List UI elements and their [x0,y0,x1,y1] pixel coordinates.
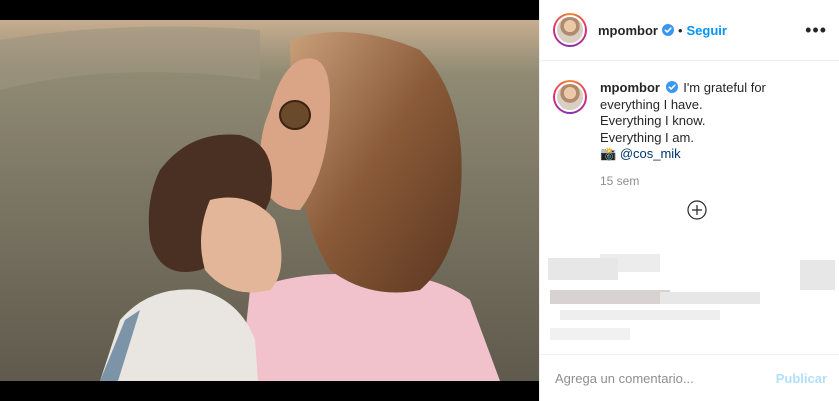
post-media[interactable] [0,0,539,401]
blurred-block [550,328,630,340]
blurred-block [560,310,720,320]
blurred-actions-area [540,248,839,348]
comment-bar: Publicar [540,354,839,401]
avatar-image [555,15,585,45]
caption-text: mpombor I'm grateful for everything I ha… [600,80,827,163]
post-comment-button[interactable]: Publicar [776,371,827,386]
blurred-block [660,292,760,304]
caption-line-2: Everything I know. [600,113,706,128]
post-header: mpombor • Seguir ••• [540,0,839,61]
verified-badge-icon [661,24,674,36]
caption: mpombor I'm grateful for everything I ha… [540,61,839,163]
blurred-block [550,290,670,304]
post-time[interactable]: 15 sem [600,174,839,188]
verified-badge-icon [665,81,678,93]
caption-line-3: Everything I am. [600,129,694,145]
header-username[interactable]: mpombor [598,23,658,38]
load-more-comments-icon[interactable] [687,200,707,220]
post-photo[interactable] [0,20,539,381]
camera-icon: 📸 [600,146,617,161]
post-side-panel: mpombor • Seguir ••• mpombor I'm gratefu… [539,0,839,401]
comment-input[interactable] [555,370,755,386]
avatar-image [555,82,585,112]
mention-link[interactable]: @cos_mik [620,146,681,161]
photo-illustration [0,20,539,381]
caption-username[interactable]: mpombor [600,80,660,95]
blurred-block [600,254,660,272]
caption-avatar[interactable] [553,80,587,114]
more-options-icon[interactable]: ••• [805,21,827,39]
blurred-block [800,260,835,290]
separator-dot: • [677,22,683,38]
follow-button[interactable]: Seguir [687,23,727,38]
avatar[interactable] [553,13,587,47]
